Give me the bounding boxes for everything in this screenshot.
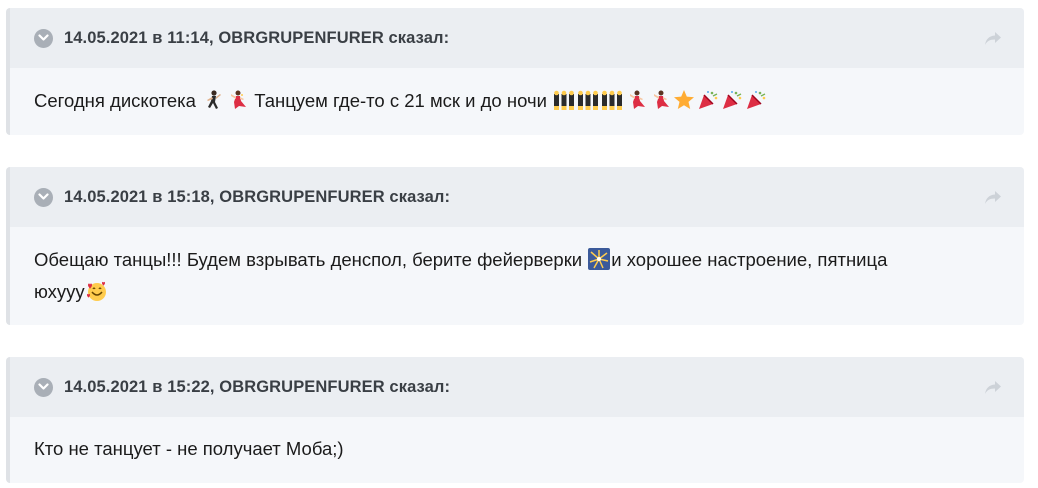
fireworks-icon bbox=[588, 248, 611, 270]
share-icon[interactable] bbox=[984, 378, 1002, 396]
chevron-down-icon[interactable] bbox=[34, 377, 53, 397]
quote-block: 14.05.2021 в 11:14, OBRGRUPENFURER сказа… bbox=[6, 8, 1024, 135]
party-popper-icon bbox=[697, 89, 719, 111]
quote-text: Обещаю танцы!!! Будем взрывать денспол, … bbox=[10, 227, 1024, 308]
share-icon[interactable] bbox=[984, 188, 1002, 206]
chevron-down-icon[interactable] bbox=[34, 187, 53, 207]
dancers-icon bbox=[577, 89, 599, 111]
woman-dancing-icon bbox=[649, 89, 671, 111]
quote-text: Сегодня дискотека Танцуем где-то с 21 мс… bbox=[10, 68, 1024, 117]
star-icon bbox=[673, 89, 695, 111]
quote-citation[interactable]: 14.05.2021 в 15:22, OBRGRUPENFURER сказа… bbox=[64, 378, 450, 397]
quote-block: 14.05.2021 в 15:22, OBRGRUPENFURER сказа… bbox=[6, 357, 1024, 483]
quote-text: Кто не танцует - не получает Моба;) bbox=[10, 417, 1024, 465]
quote-citation[interactable]: 14.05.2021 в 11:14, OBRGRUPENFURER сказа… bbox=[64, 29, 449, 48]
quote-text-part: Обещаю танцы!!! Будем взрывать денспол, … bbox=[34, 249, 588, 270]
smiling-face-with-hearts-icon bbox=[86, 280, 108, 302]
quote-header: 14.05.2021 в 15:18, OBRGRUPENFURER сказа… bbox=[10, 167, 1024, 227]
party-popper-icon bbox=[745, 89, 767, 111]
quote-text-part: Кто не танцует - не получает Моба;) bbox=[34, 438, 344, 459]
dancers-icon bbox=[601, 89, 623, 111]
chevron-down-icon[interactable] bbox=[34, 28, 53, 48]
quote-text-part: юхууу bbox=[34, 281, 85, 302]
dancers-icon bbox=[553, 89, 575, 111]
man-dancing-icon bbox=[202, 89, 224, 111]
quote-text-part: и хорошее настроение, пятница bbox=[611, 249, 888, 270]
woman-dancing-icon bbox=[226, 89, 248, 111]
quote-block: 14.05.2021 в 15:18, OBRGRUPENFURER сказа… bbox=[6, 167, 1024, 325]
quote-header: 14.05.2021 в 15:22, OBRGRUPENFURER сказа… bbox=[10, 357, 1024, 417]
woman-dancing-icon bbox=[625, 89, 647, 111]
quote-header: 14.05.2021 в 11:14, OBRGRUPENFURER сказа… bbox=[10, 8, 1024, 68]
share-icon[interactable] bbox=[984, 29, 1002, 47]
quote-text-part: Сегодня дискотека bbox=[34, 90, 202, 111]
party-popper-icon bbox=[721, 89, 743, 111]
quote-citation[interactable]: 14.05.2021 в 15:18, OBRGRUPENFURER сказа… bbox=[64, 188, 450, 207]
quote-text-part: Танцуем где-то с 21 мск и до ночи bbox=[249, 90, 553, 111]
